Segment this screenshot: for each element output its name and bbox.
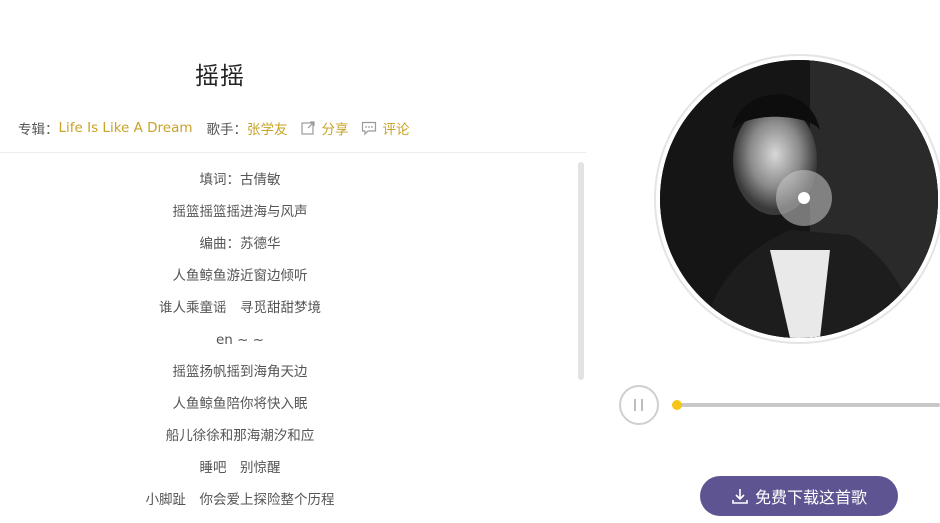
comment-button[interactable]: 评论 — [361, 118, 410, 138]
lyric-line: 编曲：苏德华 — [199, 236, 281, 252]
disc-hub — [776, 170, 832, 226]
share-label: 分享 — [321, 122, 349, 138]
song-page: 摇摇 专辑： Life Is Like A Dream 歌手： 张学友 分享 评… — [0, 0, 940, 523]
download-icon — [731, 487, 749, 505]
lyric-line: 填词：古倩敏 — [199, 172, 281, 188]
external-link-icon — [300, 120, 316, 136]
lyric-line: 摇篮摇篮摇进海与风声 — [172, 204, 308, 220]
album-link[interactable]: Life Is Like A Dream — [59, 120, 193, 136]
lyric-line: 船儿徐徐和那海潮汐和应 — [165, 428, 315, 444]
progress-handle[interactable] — [672, 400, 683, 410]
free-download-button[interactable]: 免费下载这首歌 — [700, 476, 898, 516]
singer-link[interactable]: 张学友 — [247, 118, 288, 138]
lyric-line: 摇篮扬帆摇到海角天边 — [172, 364, 308, 380]
album-label: 专辑： — [18, 122, 59, 138]
pause-icon — [632, 397, 646, 413]
lyric-line: en ~ ~ — [215, 332, 265, 348]
lyric-line: 人鱼鲸鱼陪你将快入眠 — [172, 396, 308, 412]
download-label: 免费下载这首歌 — [754, 488, 867, 507]
lyric-line: 人鱼鲸鱼游近窗边倾听 — [172, 268, 308, 284]
song-meta-row: 专辑： Life Is Like A Dream 歌手： 张学友 分享 评论 — [18, 118, 410, 138]
comment-bubble-icon — [361, 120, 377, 136]
song-title: 摇摇 — [195, 62, 245, 90]
progress-bar[interactable] — [672, 400, 940, 410]
singer-photo — [660, 60, 938, 338]
lyrics-panel: 填词：古倩敏 摇篮摇篮摇进海与风声 编曲：苏德华 人鱼鲸鱼游近窗边倾听 谁人乘童… — [0, 164, 480, 523]
share-button[interactable]: 分享 — [300, 118, 349, 138]
comment-label: 评论 — [382, 122, 410, 138]
lyric-line: 睡吧 别惊醒 — [199, 460, 281, 476]
disc-hub-dot — [798, 192, 810, 204]
album-disc — [654, 54, 940, 344]
singer-label: 歌手： — [206, 122, 248, 138]
pause-button[interactable] — [619, 385, 659, 425]
header-divider — [0, 152, 586, 153]
lyrics-scrollbar[interactable] — [578, 162, 584, 380]
lyric-line: 谁人乘童谣 寻觅甜甜梦境 — [159, 300, 321, 316]
lyric-line: 小脚趾 你会爱上探险整个历程 — [145, 492, 335, 508]
